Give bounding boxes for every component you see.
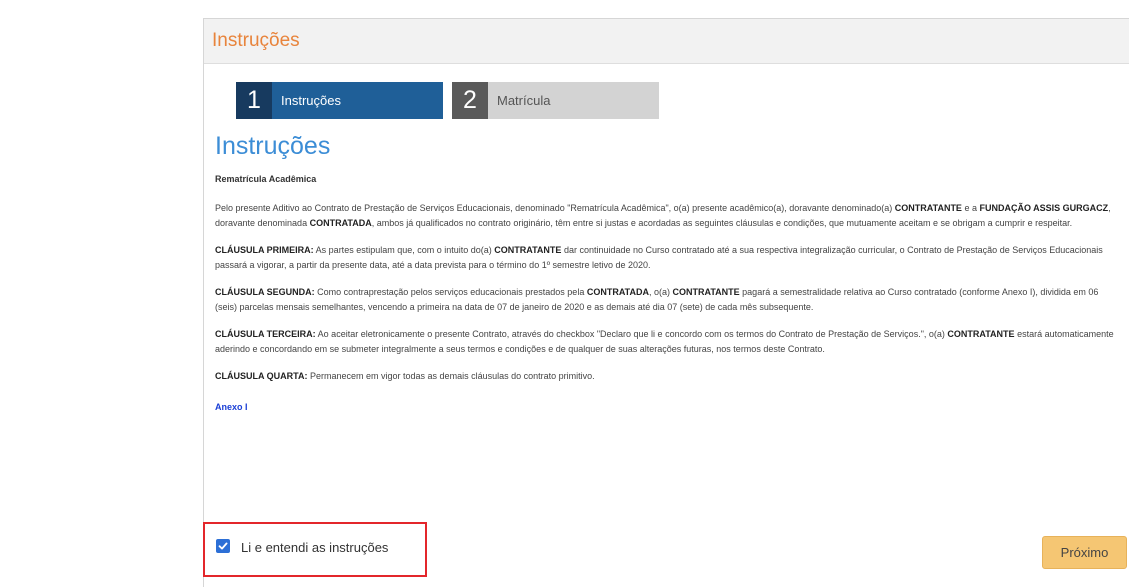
step-label: Matrícula bbox=[497, 93, 551, 108]
bold-text: CONTRATANTE bbox=[672, 287, 740, 297]
bold-text: CONTRATADA bbox=[309, 217, 372, 228]
clause-heading: CLÁUSULA TERCEIRA: bbox=[215, 329, 316, 339]
step-number: 1 bbox=[236, 82, 272, 119]
text: , o(a) bbox=[648, 287, 673, 297]
clause-heading: CLÁUSULA QUARTA: bbox=[215, 371, 308, 381]
step-matricula[interactable]: 2 Matrícula bbox=[452, 82, 659, 119]
text: Como contraprestação pelos serviços educ… bbox=[314, 287, 587, 297]
wizard-steps: 1 Instruções 2 Matrícula bbox=[236, 82, 659, 119]
text: Ao aceitar eletronicamente o presente Co… bbox=[315, 329, 948, 339]
text: e a bbox=[961, 203, 980, 213]
bold-text: CONTRATADA bbox=[586, 287, 649, 297]
bold-text: FUNDAÇÃO ASSIS GURGACZ bbox=[979, 203, 1109, 213]
text: Pelo presente Aditivo ao Contrato de Pre… bbox=[215, 203, 895, 213]
text: Permanecem em vigor todas as demais cláu… bbox=[307, 371, 595, 381]
text: As partes estipulam que, com o intuito d… bbox=[313, 245, 495, 255]
annex-link[interactable]: Anexo I bbox=[215, 402, 248, 412]
confirm-highlight: Li e entendi as instruções bbox=[203, 522, 427, 577]
clause-third: CLÁUSULA TERCEIRA: Ao aceitar eletronica… bbox=[215, 327, 1121, 356]
next-button[interactable]: Próximo bbox=[1042, 536, 1127, 569]
intro-paragraph: Pelo presente Aditivo ao Contrato de Pre… bbox=[215, 201, 1121, 230]
bold-text: CONTRATANTE bbox=[947, 329, 1015, 339]
section-title: Instruções bbox=[215, 132, 331, 160]
clause-first: CLÁUSULA PRIMEIRA: As partes estipulam q… bbox=[215, 243, 1121, 272]
confirm-checkbox[interactable] bbox=[216, 539, 230, 553]
clause-fourth: CLÁUSULA QUARTA: Permanecem em vigor tod… bbox=[215, 369, 1121, 384]
text: , ambos já qualificados no contrato orig… bbox=[371, 217, 1073, 228]
panel-header: Instruções bbox=[204, 19, 1129, 64]
clause-second: CLÁUSULA SEGUNDA: Como contraprestação p… bbox=[215, 285, 1121, 314]
bold-text: CONTRATANTE bbox=[894, 203, 962, 213]
check-icon bbox=[218, 542, 228, 550]
document-title: Rematrícula Acadêmica bbox=[215, 174, 317, 184]
clause-heading: CLÁUSULA PRIMEIRA: bbox=[215, 245, 314, 255]
panel-title: Instruções bbox=[212, 30, 300, 51]
step-number: 2 bbox=[452, 82, 488, 119]
instructions-content: Instruções Rematrícula Acadêmica Pelo pr… bbox=[215, 132, 1121, 415]
clause-heading: CLÁUSULA SEGUNDA: bbox=[215, 287, 315, 297]
step-instrucoes[interactable]: 1 Instruções bbox=[236, 82, 443, 119]
step-label: Instruções bbox=[281, 93, 341, 108]
bold-text: CONTRATANTE bbox=[494, 245, 562, 255]
instructions-panel: Instruções 1 Instruções 2 Matrícula Inst… bbox=[203, 18, 1129, 587]
confirm-label[interactable]: Li e entendi as instruções bbox=[241, 540, 388, 555]
